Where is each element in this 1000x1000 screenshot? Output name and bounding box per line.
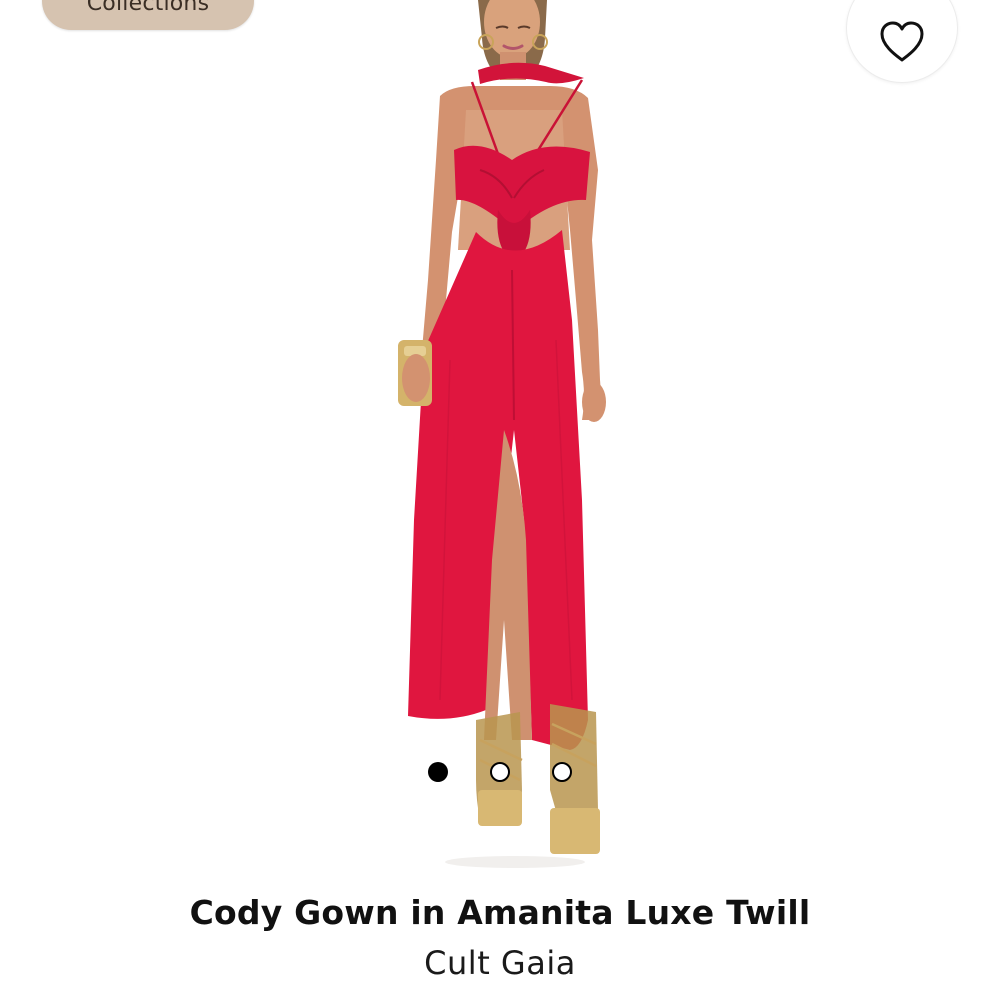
product-photo [398, 0, 606, 868]
heart-icon [880, 21, 924, 62]
collections-label: Collections [86, 0, 210, 16]
carousel-dot-2[interactable] [490, 762, 510, 782]
image-carousel-dots [0, 762, 1000, 786]
carousel-dot-3[interactable] [552, 762, 572, 782]
carousel-dot-1[interactable] [428, 762, 448, 782]
product-image[interactable] [300, 0, 700, 880]
product-title: Cody Gown in Amanita Luxe Twill [189, 893, 811, 932]
favorite-button[interactable] [846, 0, 958, 83]
product-brand[interactable]: Cult Gaia [0, 944, 1000, 982]
collections-button[interactable]: Collections [42, 0, 254, 30]
product-page: Collections Cody Gown in Amanita Luxe Tw… [0, 0, 1000, 1000]
